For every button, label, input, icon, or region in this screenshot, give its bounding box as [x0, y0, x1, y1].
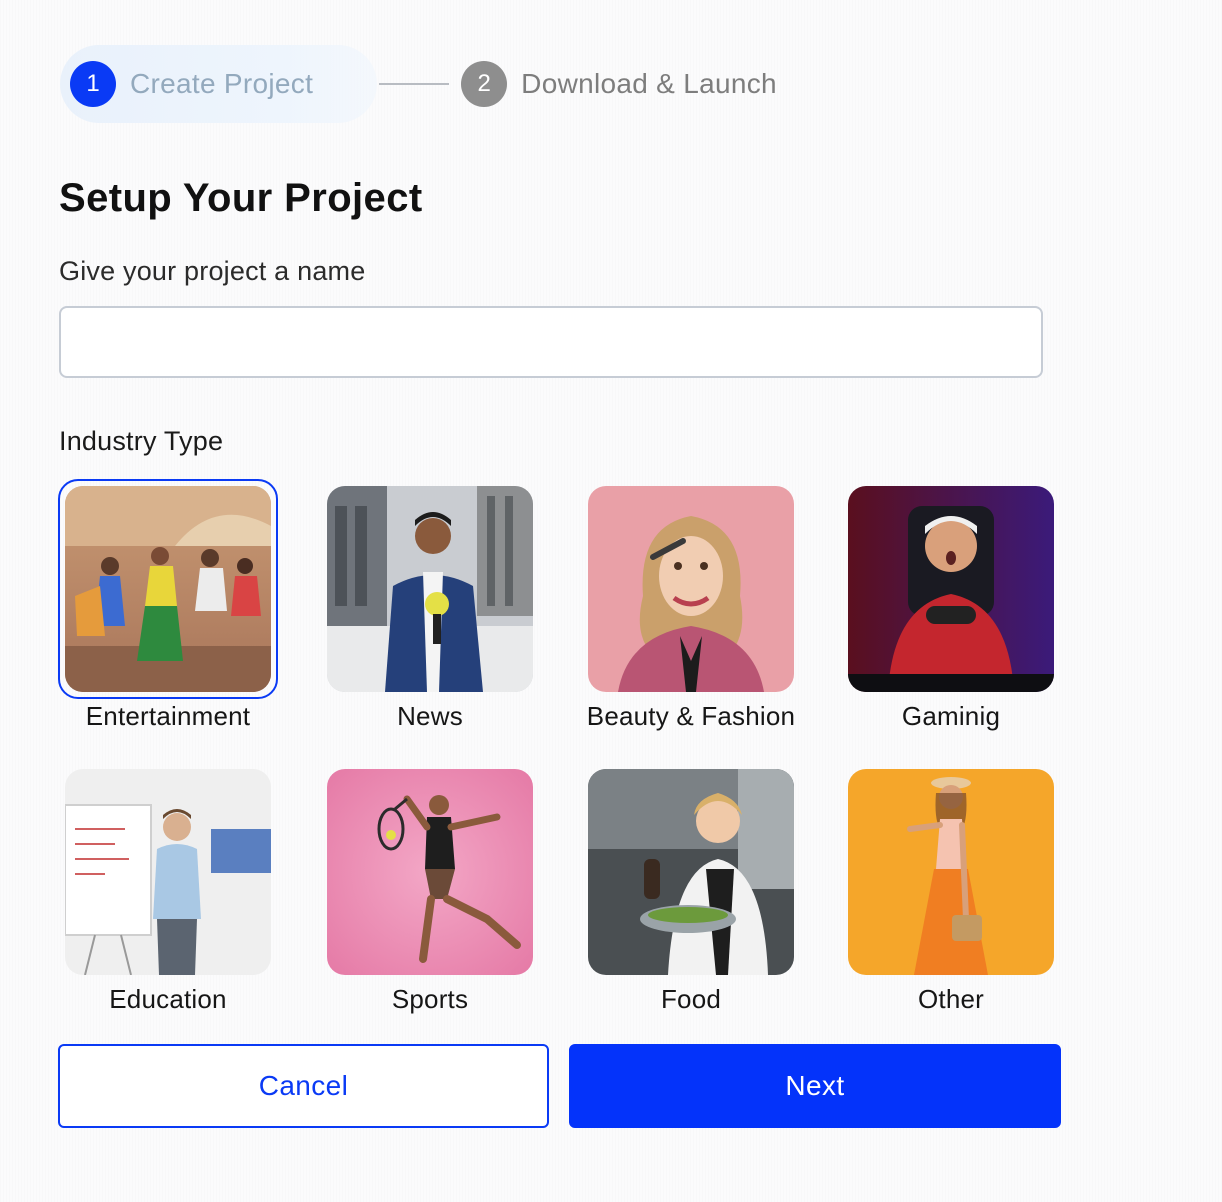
step-create-project: 1 Create Project — [60, 45, 378, 123]
gamer-photo — [848, 486, 1054, 692]
industry-type-label: Industry Type — [59, 426, 224, 456]
woman-orange-dress-photo — [848, 769, 1054, 975]
chef-cooking-photo — [588, 769, 794, 975]
step-label: Download & Launch — [521, 68, 777, 99]
setup-project-page: 1 Create Project 2 Download & Launch Set… — [0, 0, 1222, 1202]
industry-option-label: Entertainment — [85, 701, 251, 731]
teacher-whiteboard-photo — [65, 769, 271, 975]
tennis-player-photo — [327, 769, 533, 975]
industry-option-label: Food — [660, 984, 722, 1014]
next-button[interactable]: Next — [569, 1044, 1061, 1128]
industry-option-label: Education — [109, 984, 227, 1014]
project-name-label: Give your project a name — [59, 256, 366, 286]
step-download-launch: 2 Download & Launch — [461, 61, 777, 107]
progress-stepper: 1 Create Project 2 Download & Launch — [60, 45, 777, 123]
industry-option-label: Other — [917, 984, 985, 1014]
industry-option-label: Sports — [391, 984, 469, 1014]
page-title: Setup Your Project — [59, 176, 423, 220]
industry-option-label: News — [397, 701, 463, 731]
industry-option-label: Beauty & Fashion — [586, 701, 796, 731]
step-label: Create Project — [130, 68, 314, 99]
step-connector — [379, 83, 450, 85]
makeup-woman-photo — [588, 486, 794, 692]
project-name-input[interactable] — [59, 306, 1043, 378]
dancers-photo — [65, 486, 271, 692]
cancel-button[interactable]: Cancel — [58, 1044, 549, 1128]
industry-option-label: Gaminig — [901, 701, 1001, 731]
news-reporter-photo — [327, 486, 533, 692]
step-number-badge: 2 — [461, 61, 508, 107]
step-number-badge: 1 — [70, 61, 116, 107]
